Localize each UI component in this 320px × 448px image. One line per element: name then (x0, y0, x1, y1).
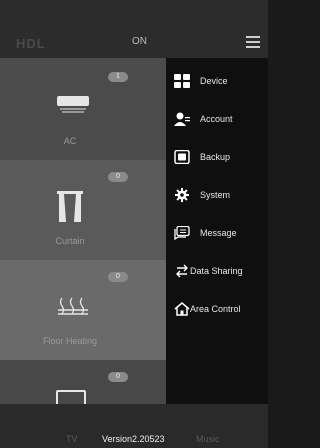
grid-icon (174, 74, 190, 88)
music-tile-label: Music (196, 434, 220, 444)
count-badge: 0 (108, 372, 128, 382)
menu-label: Area Control (190, 304, 241, 314)
menu-label: Device (200, 76, 228, 86)
menu-label: Message (200, 228, 237, 238)
message-icon (174, 226, 190, 240)
share-icon (176, 264, 188, 278)
menu-label: System (200, 190, 231, 200)
room-label: AC (63, 136, 77, 146)
menu-icon[interactable] (246, 36, 260, 48)
count-badge: 0 (108, 172, 128, 182)
count-badge: 1 (108, 72, 128, 82)
room-label: Curtain (55, 236, 85, 246)
hdl-logo: HDL (16, 36, 46, 51)
count-badge: 0 (108, 272, 128, 282)
floor-heating-icon (58, 297, 88, 315)
menu-item-area-control[interactable]: Area Control (166, 290, 268, 328)
menu-item-system[interactable]: System (166, 176, 268, 214)
menu-item-message[interactable]: Message (166, 214, 268, 252)
backup-icon (174, 150, 190, 164)
app-screen: HDL ON 1 AC 0 Curtain 0 Floor Heating 0 … (0, 0, 268, 448)
menu-label: Account (200, 114, 233, 124)
gear-icon (175, 188, 189, 202)
menu-item-account[interactable]: Account (166, 100, 268, 138)
account-icon (174, 112, 190, 126)
menu-item-device[interactable]: Device (166, 62, 268, 100)
top-bar: HDL ON (0, 0, 268, 58)
curtain-icon (57, 191, 83, 222)
side-drawer-menu: Device Account Backup System Message Dat… (166, 58, 268, 404)
menu-label: Data Sharing (190, 266, 243, 276)
menu-label: Backup (200, 152, 231, 162)
power-status[interactable]: ON (132, 36, 147, 47)
home-icon (174, 302, 190, 316)
air-conditioner-icon (57, 96, 89, 113)
menu-item-data-sharing[interactable]: Data Sharing (166, 252, 268, 290)
version-label: Version2.20523 (102, 434, 165, 444)
room-label: Floor Heating (42, 336, 98, 346)
tv-tile-label: TV (66, 434, 78, 444)
menu-item-backup[interactable]: Backup (166, 138, 268, 176)
